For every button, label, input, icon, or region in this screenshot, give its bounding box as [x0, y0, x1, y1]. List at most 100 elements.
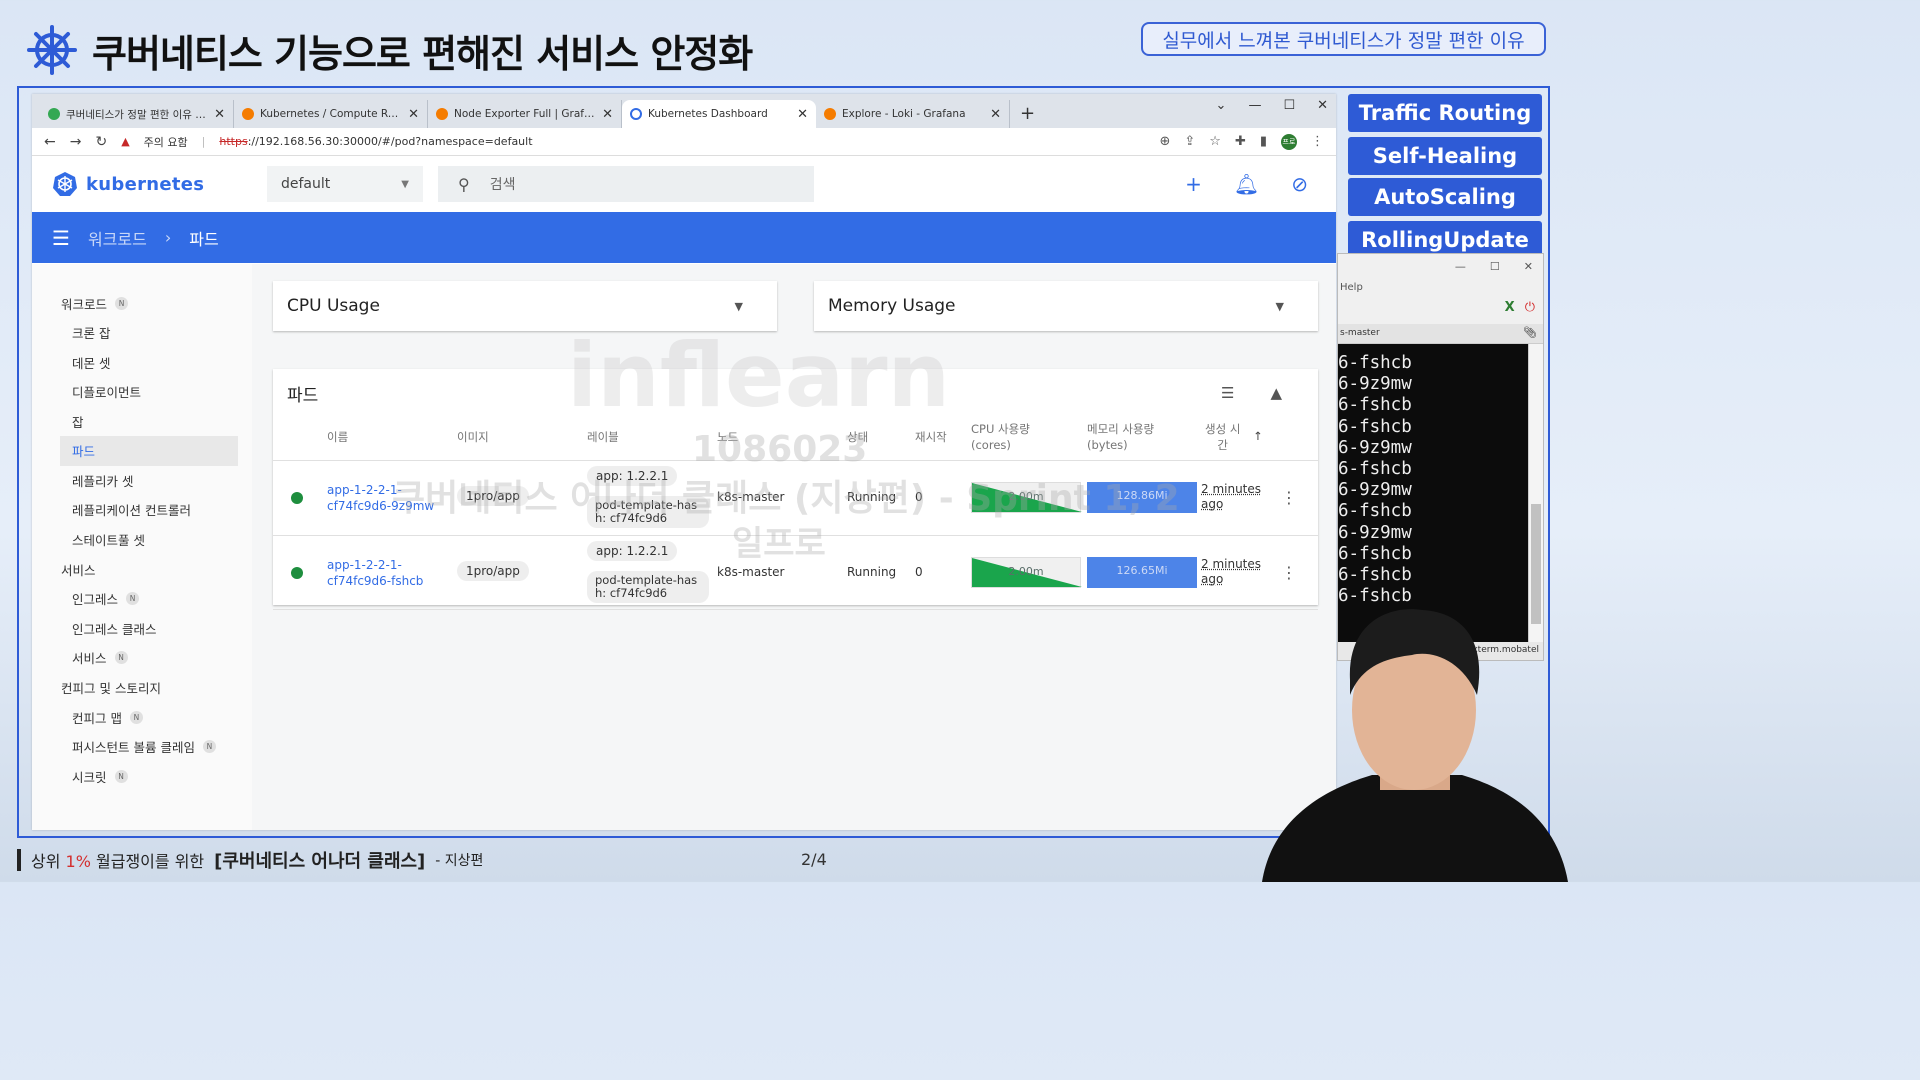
restart-count: 0 [915, 490, 923, 504]
kubernetes-logo[interactable]: kubernetes [52, 171, 267, 197]
share-icon[interactable]: ⇪ [1184, 134, 1195, 149]
browser-tab[interactable]: Explore - Loki - Grafana ✕ [816, 100, 1010, 128]
sidebar-item-replication-controllers[interactable]: 레플리케이션 컨트롤러 [32, 495, 252, 525]
grafana-favicon-icon [824, 108, 836, 120]
terminal-menu-help[interactable]: Help [1340, 282, 1363, 293]
browser-tab-active[interactable]: Kubernetes Dashboard ✕ [622, 100, 816, 128]
maximize-icon[interactable]: ☐ [1283, 98, 1295, 113]
col-name[interactable]: 이름 [327, 429, 348, 445]
terminal-window-controls: — ☐ ✕ [1455, 260, 1533, 273]
sidebar-section-services[interactable]: 서비스 [32, 554, 252, 584]
sidebar-item-cronjobs[interactable]: 크론 잡 [32, 318, 252, 348]
reload-icon[interactable]: ↻ [95, 134, 107, 150]
grafana-favicon-icon [436, 108, 448, 120]
notifications-bell-icon[interactable]: 🔔︎ [1234, 172, 1259, 196]
namespaced-badge: N [202, 740, 216, 754]
pods-card-title: 파드 [287, 385, 319, 406]
table-row: app-1-2-2-1- cf74fc9d6-fshcb 1pro/app app… [273, 536, 1318, 610]
bookmark-star-icon[interactable]: ☆ [1209, 134, 1221, 149]
add-resource-icon[interactable]: + [1185, 172, 1202, 196]
pod-status: Running [847, 490, 897, 504]
maximize-icon[interactable]: ☐ [1490, 260, 1500, 273]
search-input[interactable]: ⚲ 검색 [438, 166, 814, 202]
minimize-icon[interactable]: — [1455, 260, 1466, 273]
label-chip: pod-template-has h: cf74fc9d6 [587, 570, 709, 603]
namespaced-badge: N [129, 710, 143, 724]
tab-search-icon[interactable]: ⌄ [1216, 98, 1227, 113]
sidebar-item-statefulsets[interactable]: 스테이트풀 셋 [32, 525, 252, 555]
more-menu-icon[interactable]: ⋮ [1311, 134, 1324, 149]
expand-icon[interactable]: ▼ [1276, 300, 1304, 313]
row-actions-icon[interactable]: ⋮ [1281, 563, 1297, 582]
browser-tab[interactable]: Kubernetes / Compute Resourc ✕ [234, 100, 428, 128]
power-icon[interactable]: ⏻ [1525, 300, 1535, 315]
sidebar-section-config-storage[interactable]: 컨피그 및 스토리지 [32, 673, 252, 703]
brand-name: kubernetes [86, 173, 205, 195]
pod-status: Running [847, 564, 897, 579]
security-warning[interactable]: 주의 요함 [144, 134, 188, 150]
row-actions-icon[interactable]: ⋮ [1281, 488, 1297, 507]
sidebar-item-daemonsets[interactable]: 데몬 셋 [32, 348, 252, 378]
pod-name-link[interactable]: app-1-2-2-1- cf74fc9d6-fshcb [327, 557, 423, 589]
sidebar-item-services[interactable]: 서비스 N [32, 643, 252, 673]
col-age[interactable]: 생성 시간 [1205, 421, 1240, 453]
zoom-icon[interactable]: ⊕ [1159, 134, 1170, 149]
sidepanel-icon[interactable]: ▮ [1260, 134, 1267, 149]
cpu-usage-card[interactable]: CPU Usage ▼ [273, 281, 777, 331]
running-status-icon [291, 492, 303, 504]
col-labels: 레이블 [587, 430, 619, 444]
course-edition: - 지상편 [435, 853, 484, 869]
terminal-tab[interactable]: s-master 📎︎ [1338, 324, 1543, 344]
url-text[interactable]: https://192.168.56.30:30000/#/pod?namesp… [219, 135, 532, 148]
pod-age: 2 minutes ago [1201, 482, 1262, 511]
close-tab-icon[interactable]: ✕ [797, 107, 808, 122]
namespaced-badge: N [115, 296, 129, 310]
paperclip-icon[interactable]: 📎︎ [1523, 326, 1537, 339]
new-tab-button[interactable]: + [1010, 103, 1045, 128]
warning-icon[interactable]: ▲ [121, 135, 129, 148]
extensions-icon[interactable]: ✚ [1235, 134, 1246, 149]
close-tab-icon[interactable]: ✕ [408, 107, 419, 122]
terminal-output[interactable]: 6-fshcb 6-9z9mw 6-fshcb 6-fshcb 6-9z9mw … [1338, 344, 1528, 642]
sidebar-item-jobs[interactable]: 잡 [32, 407, 252, 437]
collapse-icon[interactable]: ▲ [1270, 384, 1282, 402]
sidebar-item-pods[interactable]: 파드 [60, 436, 238, 466]
hamburger-menu-icon[interactable]: ☰ [52, 226, 70, 250]
x-server-icon[interactable]: X [1505, 300, 1515, 315]
close-window-icon[interactable]: ✕ [1317, 98, 1328, 113]
cpu-sparkline: 2.00m [971, 482, 1082, 513]
back-icon[interactable]: ← [44, 134, 56, 150]
minimize-icon[interactable]: — [1248, 98, 1261, 113]
memory-usage-card[interactable]: Memory Usage ▼ [814, 281, 1318, 331]
breadcrumb-workloads[interactable]: 워크로드 [88, 226, 147, 250]
namespace-select[interactable]: default ▼ [267, 166, 423, 202]
namespaced-badge: N [114, 769, 128, 783]
close-window-icon[interactable]: ✕ [1524, 260, 1533, 273]
address-bar: ← → ↻ ▲ 주의 요함 | https://192.168.56.30:30… [32, 128, 1336, 156]
tab-bar: 쿠버네티스가 정말 편한 이유 [지 ✕ Kubernetes / Comput… [32, 94, 1336, 128]
close-tab-icon[interactable]: ✕ [214, 107, 225, 122]
sidebar-item-ingresses[interactable]: 인그레스 N [32, 584, 252, 614]
sidebar-item-deployments[interactable]: 디플로이먼트 [32, 377, 252, 407]
filter-icon[interactable]: ☰ [1221, 384, 1234, 402]
col-cpu: CPU 사용량 (cores) [971, 422, 1030, 452]
sidebar-item-configmaps[interactable]: 컨피그 맵N [32, 703, 252, 733]
sidebar-item-ingress-classes[interactable]: 인그레스 클래스 [32, 614, 252, 644]
close-tab-icon[interactable]: ✕ [990, 107, 1001, 122]
expand-icon[interactable]: ▼ [735, 300, 763, 313]
sidebar-item-pvcs[interactable]: 퍼시스턴트 볼륨 클레임 N [32, 732, 252, 762]
terminal-scrollbar[interactable] [1528, 344, 1543, 642]
col-status[interactable]: 상태 [847, 429, 868, 445]
close-tab-icon[interactable]: ✕ [602, 107, 613, 122]
profile-avatar[interactable]: 프로 [1281, 133, 1297, 150]
course-name: [쿠버네티스 어나더 클래스] [214, 851, 426, 872]
logout-icon[interactable]: ⊘ [1291, 172, 1308, 196]
sidebar-item-secrets[interactable]: 시크릿 N [32, 762, 252, 792]
browser-tab[interactable]: 쿠버네티스가 정말 편한 이유 [지 ✕ [40, 100, 234, 128]
sort-arrow-up-icon[interactable]: ↑ [1253, 428, 1263, 444]
browser-tab[interactable]: Node Exporter Full | Grafana La ✕ [428, 100, 622, 128]
sidebar-item-replicasets[interactable]: 레플리카 셋 [32, 466, 252, 496]
sidebar-section-workloads[interactable]: 워크로드 N [32, 288, 252, 318]
forward-icon[interactable]: → [70, 134, 82, 150]
pod-name-link[interactable]: app-1-2-2-1- cf74fc9d6-9z9mw [327, 482, 434, 514]
